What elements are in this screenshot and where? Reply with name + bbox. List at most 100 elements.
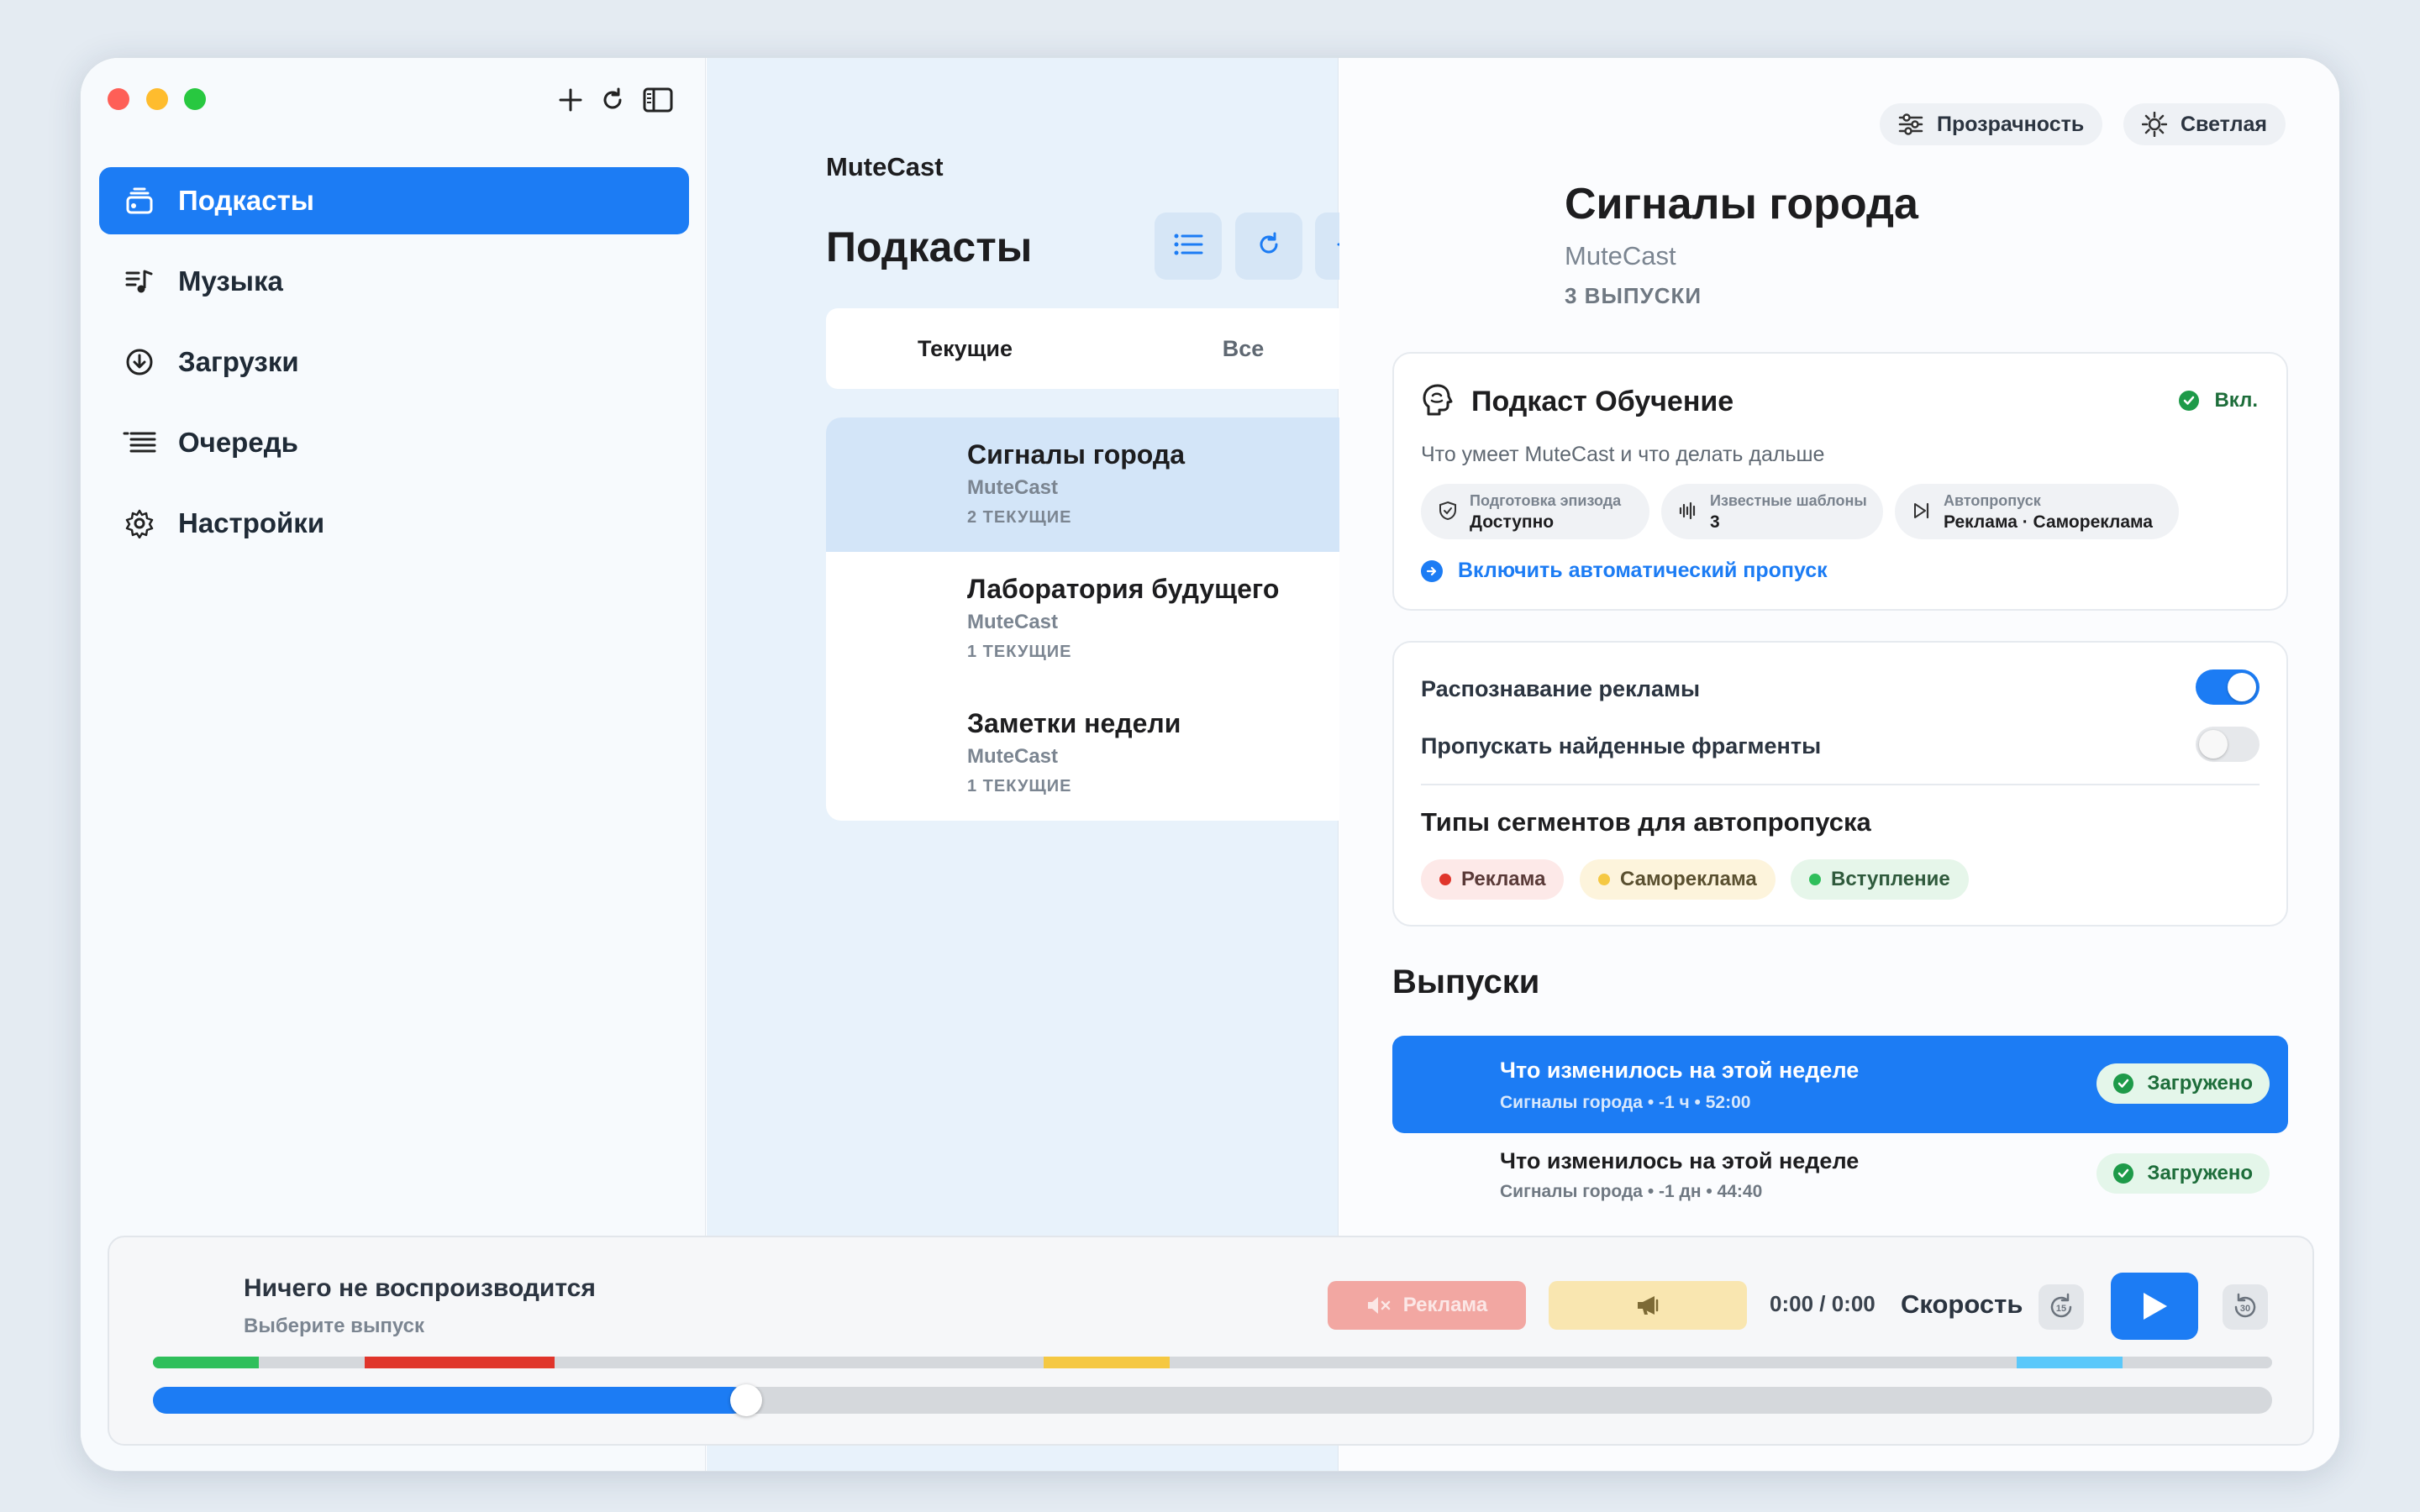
podcast-list: Сигналы города MuteCast 2 ТЕКУЩИЕ Лабора… bbox=[826, 417, 1382, 821]
episode-row[interactable]: Что изменилось на этой неделе Сигналы го… bbox=[1392, 1133, 2288, 1214]
downloaded-badge: Загружено bbox=[2096, 1153, 2270, 1194]
theme-button[interactable]: Светлая bbox=[2123, 103, 2286, 145]
sidebar-item-label: Очередь bbox=[178, 427, 298, 458]
learning-subtitle: Что умеет MuteCast и что делать дальше bbox=[1421, 443, 1825, 466]
podcast-title: Заметки недели bbox=[967, 708, 1181, 738]
podcast-author: MuteCast bbox=[967, 476, 1059, 499]
segment-intro bbox=[153, 1357, 259, 1368]
self-promo-button[interactable] bbox=[1549, 1281, 1747, 1330]
check-icon bbox=[2179, 391, 2200, 411]
theme-label: Светлая bbox=[2181, 112, 2267, 136]
sidebar-item-podcasts[interactable]: Подкасты bbox=[99, 167, 689, 234]
ad-detection-toggle[interactable] bbox=[2196, 669, 2260, 705]
segment-timeline bbox=[153, 1357, 2272, 1368]
app-window: Подкасты Музыка Загрузки Очередь Настрой… bbox=[80, 57, 2340, 1472]
zoom-window-button[interactable] bbox=[184, 88, 206, 110]
megaphone-icon bbox=[1638, 1296, 1659, 1315]
list-view-button[interactable] bbox=[1155, 213, 1222, 280]
sidebar-item-settings[interactable]: Настройки bbox=[99, 490, 689, 557]
tag-ad[interactable]: Реклама bbox=[1421, 859, 1565, 900]
podcast-count: 2 ТЕКУЩИЕ bbox=[967, 508, 1072, 527]
transparency-button[interactable]: Прозрачность bbox=[1880, 103, 2103, 145]
list-item[interactable]: Заметки недели MuteCast 1 ТЕКУЩИЕ bbox=[826, 686, 1382, 821]
sidebar-toggle-icon[interactable] bbox=[641, 83, 675, 117]
segment-types-title: Типы сегментов для автопропуска bbox=[1421, 807, 1871, 837]
skip-found-toggle[interactable] bbox=[2196, 727, 2260, 762]
sidebar-item-downloads[interactable]: Загрузки bbox=[99, 328, 689, 396]
skip-forward-30-icon: 30 bbox=[2234, 1293, 2256, 1318]
chip-label: Подготовка эпизода bbox=[1470, 492, 1622, 509]
ad-settings-card: Распознавание рекламы Пропускать найденн… bbox=[1392, 641, 2288, 927]
music-icon bbox=[123, 265, 156, 298]
speed-button[interactable]: Скорость bbox=[1901, 1289, 2023, 1320]
enable-autoskip-label: Включить автоматический пропуск bbox=[1458, 559, 1828, 582]
skip-forward-icon bbox=[1914, 502, 1929, 519]
play-icon bbox=[2144, 1293, 2167, 1320]
chip-episode-prep: Подготовка эпизода Доступно bbox=[1421, 484, 1649, 539]
sidebar-item-queue[interactable]: Очередь bbox=[99, 409, 689, 476]
badge-label: Загружено bbox=[2147, 1162, 2253, 1184]
segment-current[interactable]: Текущие bbox=[826, 308, 1104, 389]
ad-detection-label: Распознавание рекламы bbox=[1421, 676, 1701, 701]
tag-label: Реклама bbox=[1461, 868, 1546, 890]
episode-row[interactable]: Что изменилось на этой неделе Сигналы го… bbox=[1392, 1036, 2288, 1133]
episode-title: Что изменилось на этой неделе bbox=[1500, 1058, 1860, 1083]
skip-back-15-icon: 15 bbox=[2050, 1293, 2072, 1318]
segment-ad bbox=[365, 1357, 555, 1368]
segment-outro bbox=[2017, 1357, 2123, 1368]
chip-value: 3 bbox=[1710, 512, 1720, 532]
list-item[interactable]: Сигналы города MuteCast 2 ТЕКУЩИЕ bbox=[826, 417, 1382, 552]
podcast-count: 1 ТЕКУЩИЕ bbox=[967, 643, 1072, 661]
segment-control: Текущие Все bbox=[826, 308, 1382, 389]
chip-known-patterns: Известные шаблоны 3 bbox=[1661, 484, 1883, 539]
speaker-mute-icon bbox=[1367, 1297, 1391, 1314]
play-button[interactable] bbox=[2111, 1273, 2198, 1340]
list-item[interactable]: Лаборатория будущего MuteCast 1 ТЕКУЩИЕ bbox=[826, 552, 1382, 686]
chip-autoskip: Автопропуск Реклама · Самореклама bbox=[1895, 484, 2179, 539]
page-title: Подкасты bbox=[826, 223, 1033, 270]
tag-intro[interactable]: Вступление bbox=[1791, 859, 1969, 900]
refresh-icon bbox=[1255, 231, 1282, 262]
waveform-icon bbox=[1679, 501, 1696, 520]
brain-icon bbox=[1423, 384, 1453, 416]
progress-fill bbox=[153, 1387, 747, 1414]
svg-text:15: 15 bbox=[2056, 1304, 2066, 1314]
check-icon bbox=[2113, 1163, 2134, 1184]
badge-label: Загружено bbox=[2147, 1072, 2253, 1095]
sidebar-item-music[interactable]: Музыка bbox=[99, 248, 689, 315]
skip-ad-button[interactable]: Реклама bbox=[1328, 1281, 1526, 1330]
episode-title: Что изменилось на этой неделе bbox=[1500, 1148, 1860, 1173]
minimize-window-button[interactable] bbox=[146, 88, 168, 110]
sun-icon bbox=[2142, 112, 2167, 137]
episode-meta: Сигналы города • -1 дн • 44:40 bbox=[1500, 1182, 1763, 1201]
podcast-author: MuteCast bbox=[1565, 241, 1676, 270]
skip-back-button[interactable]: 15 bbox=[2039, 1284, 2084, 1330]
check-icon bbox=[2113, 1074, 2134, 1094]
skip-ad-label: Реклама bbox=[1402, 1294, 1488, 1316]
progress-bar[interactable] bbox=[153, 1384, 2272, 1416]
skip-forward-button[interactable]: 30 bbox=[2223, 1284, 2268, 1330]
refresh-button[interactable] bbox=[1235, 213, 1302, 280]
add-icon[interactable] bbox=[554, 83, 587, 117]
enable-autoskip-link[interactable]: Включить автоматический пропуск bbox=[1421, 559, 1828, 583]
refresh-icon[interactable] bbox=[596, 83, 629, 117]
download-icon bbox=[123, 345, 156, 379]
tag-label: Самореклама bbox=[1620, 868, 1757, 890]
tag-label: Вступление bbox=[1831, 868, 1950, 890]
progress-knob[interactable] bbox=[730, 1384, 763, 1416]
divider bbox=[1421, 784, 2260, 785]
podcast-author: MuteCast bbox=[967, 745, 1059, 768]
list-icon bbox=[1173, 232, 1203, 261]
transparency-label: Прозрачность bbox=[1937, 112, 2085, 136]
tag-self-promo[interactable]: Самореклама bbox=[1580, 859, 1776, 900]
chip-label: Известные шаблоны bbox=[1710, 492, 1867, 509]
sliders-icon bbox=[1898, 113, 1923, 135]
chip-label: Автопропуск bbox=[1944, 492, 2041, 509]
close-window-button[interactable] bbox=[108, 88, 129, 110]
app-name: MuteCast bbox=[826, 152, 944, 181]
podcast-title: Лаборатория будущего bbox=[967, 574, 1280, 604]
sidebar-item-label: Музыка bbox=[178, 265, 283, 297]
sidebar-item-label: Загрузки bbox=[178, 346, 299, 377]
now-playing-title: Ничего не воспроизводится bbox=[244, 1274, 596, 1302]
segment-self-promo bbox=[1044, 1357, 1170, 1368]
